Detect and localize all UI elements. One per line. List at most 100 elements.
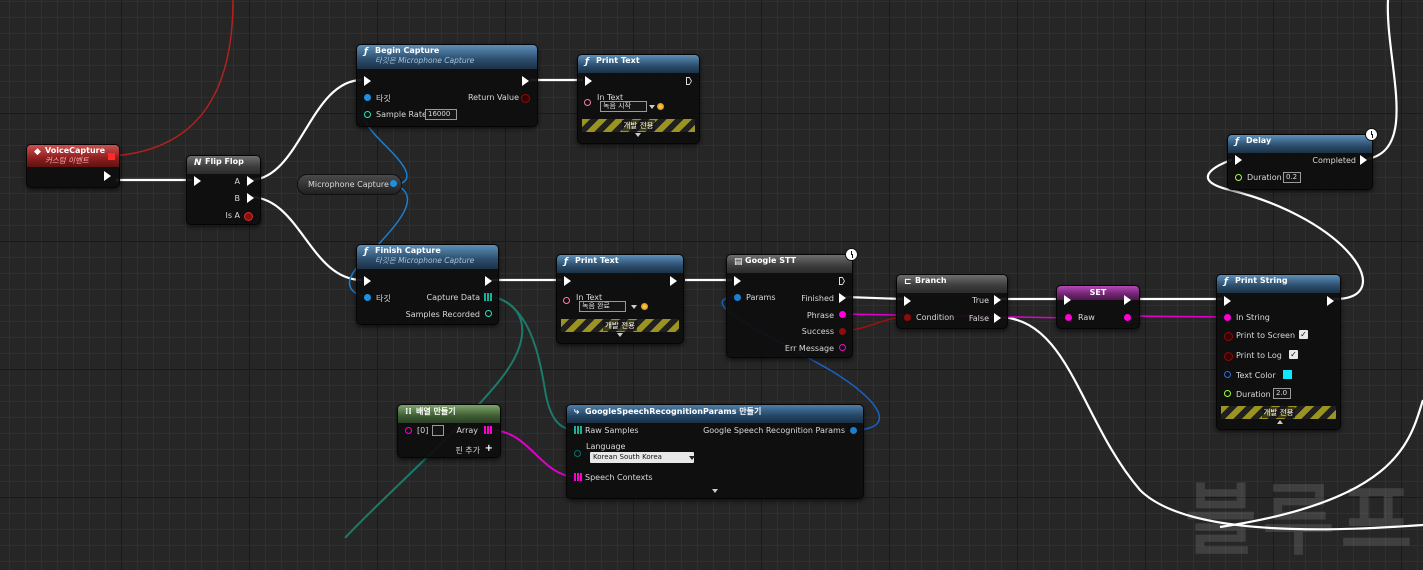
exec-true-pin[interactable] bbox=[994, 295, 1001, 305]
node-branch[interactable]: ⊏ Branch True Condition False bbox=[896, 274, 1008, 329]
samples-recorded-pin[interactable] bbox=[485, 310, 492, 317]
dropdown-arrow-icon[interactable] bbox=[649, 105, 655, 109]
success-label: Success bbox=[801, 327, 834, 336]
branch-icon: ⊏ bbox=[904, 277, 912, 287]
exec-in-pin[interactable] bbox=[364, 76, 371, 86]
node-flip-flop[interactable]: N Flip Flop A B Is A bbox=[186, 155, 261, 225]
success-pin[interactable] bbox=[839, 328, 846, 335]
exec-in-pin[interactable] bbox=[1235, 155, 1242, 165]
node-finish-capture[interactable]: ƒ Finish Capture 타깃은 Microphone Capture … bbox=[356, 244, 499, 325]
speech-contexts-pin[interactable] bbox=[574, 473, 582, 481]
duration-pin[interactable] bbox=[1224, 390, 1231, 397]
expand-arrow-icon[interactable] bbox=[635, 133, 641, 137]
index0-pin[interactable] bbox=[405, 427, 412, 434]
condition-pin[interactable] bbox=[904, 314, 911, 321]
raw-samples-pin[interactable] bbox=[574, 426, 582, 434]
localization-icon[interactable] bbox=[641, 303, 648, 310]
phrase-pin[interactable] bbox=[839, 311, 846, 318]
err-message-pin[interactable] bbox=[839, 344, 846, 351]
dev-only-label: 개발 전용 bbox=[621, 120, 656, 131]
node-print-string[interactable]: ƒ Print String In String Print to Screen… bbox=[1216, 274, 1341, 430]
params-out-pin[interactable] bbox=[850, 427, 857, 434]
capture-data-pin[interactable] bbox=[484, 293, 492, 301]
node-begin-capture[interactable]: ƒ Begin Capture 타깃은 Microphone Capture 타… bbox=[356, 44, 538, 127]
duration-pin[interactable] bbox=[1235, 174, 1242, 181]
sample-rate-pin[interactable] bbox=[364, 111, 371, 118]
node-voice-capture[interactable]: ◆ VoiceCapture 커스텀 이벤트 bbox=[26, 144, 120, 188]
array-icon: ⁞⁞ bbox=[405, 407, 412, 417]
exec-in-pin[interactable] bbox=[585, 76, 592, 86]
exec-out-pin[interactable] bbox=[485, 276, 492, 286]
exec-b-pin[interactable] bbox=[247, 193, 254, 203]
exec-in-pin[interactable] bbox=[194, 176, 201, 186]
node-make-array[interactable]: ⁞⁞ 배열 만들기 [0] Array 핀 추가 + bbox=[397, 404, 501, 458]
object-out-pin[interactable] bbox=[390, 180, 397, 187]
raw-in-pin[interactable] bbox=[1065, 314, 1072, 321]
delegate-pin[interactable] bbox=[108, 153, 115, 160]
language-dropdown-arrow-icon[interactable] bbox=[689, 456, 695, 460]
print-to-log-pin[interactable] bbox=[1224, 352, 1233, 361]
exec-finished-pin[interactable] bbox=[839, 293, 846, 303]
exec-out-pin[interactable] bbox=[1124, 295, 1131, 305]
exec-completed-pin[interactable] bbox=[1360, 155, 1367, 165]
exec-out-pin[interactable] bbox=[686, 77, 692, 85]
node-microphone-capture-var[interactable]: Microphone Capture bbox=[297, 174, 402, 195]
exec-in-pin[interactable] bbox=[734, 276, 741, 286]
duration-input[interactable]: 0.2 bbox=[1283, 172, 1301, 183]
raw-out-pin[interactable] bbox=[1124, 314, 1131, 321]
collapse-arrow-icon[interactable] bbox=[1277, 420, 1283, 424]
exec-out-pin[interactable] bbox=[1327, 296, 1334, 306]
exec-out-pin[interactable] bbox=[839, 277, 845, 285]
node-title: GoogleSpeechRecognitionParams 만들기 bbox=[585, 407, 762, 416]
exec-out-pin[interactable] bbox=[522, 76, 529, 86]
node-print-text-1[interactable]: ƒ Print Text In Text 녹음 시작 개발 전용 bbox=[577, 54, 700, 144]
bool-out-pin[interactable] bbox=[244, 212, 253, 221]
target-pin[interactable] bbox=[364, 94, 371, 101]
language-dropdown[interactable]: Korean South Korea bbox=[590, 452, 694, 463]
exec-out-pin[interactable] bbox=[104, 171, 111, 181]
in-text-pin[interactable] bbox=[584, 99, 591, 106]
expand-arrow-icon[interactable] bbox=[617, 333, 623, 337]
return-value-pin[interactable] bbox=[521, 94, 530, 103]
false-label: False bbox=[968, 314, 989, 323]
exec-out-pin[interactable] bbox=[670, 276, 677, 286]
exec-in-pin[interactable] bbox=[364, 276, 371, 286]
node-make-params[interactable]: ⤷ GoogleSpeechRecognitionParams 만들기 Raw … bbox=[566, 404, 864, 499]
print-to-log-checkbox[interactable]: ✓ bbox=[1289, 350, 1298, 359]
exec-in-pin[interactable] bbox=[564, 276, 571, 286]
array-out-pin[interactable] bbox=[484, 426, 492, 434]
localization-icon[interactable] bbox=[657, 103, 664, 110]
add-pin-plus-icon[interactable]: + bbox=[485, 443, 493, 454]
text-color-pin[interactable] bbox=[1224, 371, 1231, 378]
sample-rate-input[interactable]: 16000 bbox=[425, 109, 457, 120]
capture-data-label: Capture Data bbox=[426, 293, 480, 302]
expand-arrow-icon[interactable] bbox=[712, 489, 718, 493]
add-pin-label[interactable]: 핀 추가 bbox=[455, 445, 480, 456]
print-to-screen-checkbox[interactable]: ✓ bbox=[1299, 330, 1308, 339]
target-pin[interactable] bbox=[364, 294, 371, 301]
print-to-screen-pin[interactable] bbox=[1224, 332, 1233, 341]
exec-in-pin[interactable] bbox=[1064, 295, 1071, 305]
params-pin[interactable] bbox=[734, 294, 741, 301]
node-google-stt[interactable]: ▤ Google STT Params Finished Phrase Succ… bbox=[726, 248, 858, 358]
in-text-input[interactable]: 녹음 시작 bbox=[600, 101, 647, 112]
index0-input[interactable] bbox=[432, 425, 444, 436]
node-delay[interactable]: ƒ Delay Completed Duration 0.2 bbox=[1227, 128, 1378, 190]
in-text-pin[interactable] bbox=[563, 297, 570, 304]
exec-a-pin[interactable] bbox=[247, 176, 254, 186]
wire-exec bbox=[249, 195, 363, 282]
node-print-text-2[interactable]: ƒ Print Text In Text 녹음 완료 개발 전용 bbox=[556, 254, 684, 344]
exec-false-pin[interactable] bbox=[994, 313, 1001, 323]
duration-input[interactable]: 2.0 bbox=[1273, 388, 1291, 399]
language-pin[interactable] bbox=[574, 450, 581, 457]
dropdown-arrow-icon[interactable] bbox=[631, 305, 637, 309]
exec-in-pin[interactable] bbox=[904, 296, 911, 306]
text-color-label: Text Color bbox=[1236, 371, 1276, 380]
exec-in-pin[interactable] bbox=[1224, 296, 1231, 306]
in-string-pin[interactable] bbox=[1224, 314, 1231, 321]
flipflop-icon: N bbox=[194, 158, 202, 168]
in-text-input[interactable]: 녹음 완료 bbox=[579, 301, 626, 312]
variable-label: Microphone Capture bbox=[308, 180, 389, 189]
node-set-raw[interactable]: SET Raw bbox=[1056, 285, 1140, 329]
text-color-swatch[interactable] bbox=[1283, 370, 1292, 379]
